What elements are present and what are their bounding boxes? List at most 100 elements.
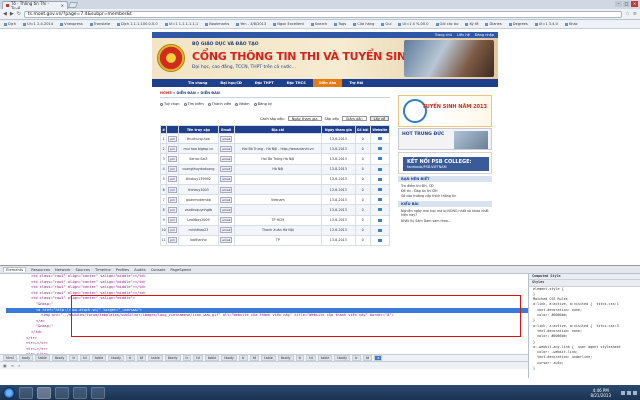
top-link[interactable]: Liên hệ [457, 33, 470, 37]
bookmark-item[interactable]: Search [311, 22, 327, 26]
filter-option[interactable]: Đăng ký [253, 102, 272, 106]
taskbar-app[interactable] [55, 386, 69, 399]
radio-icon[interactable] [253, 102, 257, 106]
go-button[interactable]: Lấy về [369, 116, 390, 121]
devtools-tab[interactable]: Resources [31, 268, 50, 272]
pm-button[interactable]: pm [168, 135, 178, 142]
devtools-tab[interactable]: Profiles [116, 268, 129, 272]
url-input[interactable]: ts.moet.gov.vn/?page=7.4&subpr=member&t [23, 10, 623, 18]
new-tab-button[interactable] [67, 2, 79, 8]
tray-icon[interactable] [633, 390, 637, 395]
tray-icon[interactable] [621, 390, 625, 395]
breadcrumb-rest[interactable]: » DIỄN ĐÀN » DIỄN ĐÀN [172, 91, 220, 95]
email-button[interactable]: email [220, 135, 233, 142]
radio-icon[interactable] [160, 102, 163, 106]
radio-icon[interactable] [235, 102, 239, 106]
email-button[interactable]: email [220, 166, 233, 173]
bookmark-item[interactable]: Ui=1 1.1.1.1.1.1 [165, 22, 199, 26]
website-icon[interactable] [377, 147, 382, 151]
website-icon[interactable] [377, 218, 382, 222]
search-icon[interactable]: ⌕ [18, 363, 20, 368]
sort-select[interactable]: Ngày tham gia [287, 116, 322, 121]
radio-icon[interactable] [207, 102, 211, 106]
sidebar-link[interactable]: Số vào trường cấp thích thông tin [401, 194, 456, 198]
taskbar-app[interactable] [37, 386, 51, 399]
devtools-tab[interactable]: Console [151, 268, 166, 272]
devtools-tab[interactable]: Audits [134, 268, 146, 272]
bookmark-item[interactable]: Ngoc Excellent [273, 22, 304, 26]
filter-option[interactable]: Tìm kiếm [183, 102, 204, 106]
menu-item[interactable]: Trợ Hỏi [343, 79, 369, 87]
pm-button[interactable]: pm [168, 166, 178, 173]
pm-button[interactable]: pm [168, 206, 178, 213]
filter-option[interactable]: Nhóm [235, 102, 250, 106]
devtools-tab[interactable]: Elements [3, 267, 27, 272]
breadcrumb-home[interactable]: HOME [160, 91, 172, 95]
member-username[interactable]: thuchung.hoa [178, 132, 219, 145]
pm-button[interactable]: pm [168, 227, 178, 234]
website-icon[interactable] [377, 157, 382, 161]
bookmark-item[interactable]: Tags [334, 22, 346, 26]
email-button[interactable]: email [220, 217, 233, 224]
tray-icon[interactable] [627, 390, 631, 395]
member-username[interactable]: mui hoa bigtop cn [178, 143, 219, 155]
website-icon[interactable] [377, 137, 382, 141]
email-button[interactable]: email [220, 176, 233, 183]
taskbar-app[interactable] [73, 386, 87, 399]
pm-button[interactable]: pm [168, 217, 178, 224]
menu-item[interactable]: Đại học/CĐ [214, 79, 247, 87]
bookmark-star-icon[interactable]: ☆ [625, 11, 629, 17]
member-username[interactable]: thiokuy139992 [178, 173, 219, 185]
bookmark-item[interactable]: Gói các bo [436, 22, 459, 26]
menu-item[interactable]: Đặc THPT [249, 79, 280, 87]
email-button[interactable]: email [220, 155, 233, 162]
bookmark-item[interactable]: Ui=1 3.4.0 [535, 22, 558, 26]
top-link[interactable]: Đăng nhập [475, 33, 494, 37]
website-icon[interactable] [377, 198, 382, 202]
devtools-tab[interactable]: Timeline [95, 268, 111, 272]
browser-tab[interactable]: Tổ - Thông tin Thi - Tuyể × [2, 1, 68, 11]
bookmark-item[interactable]: Dianes [485, 22, 501, 26]
close-tab-icon[interactable]: × [61, 3, 64, 8]
menu-item[interactable]: Diễn đàn [312, 79, 343, 87]
maximize-icon[interactable]: □ [623, 1, 630, 7]
website-icon[interactable] [377, 167, 382, 171]
member-username[interactable]: vanthuquynhgtb [178, 204, 219, 216]
bookmark-item[interactable]: Khác [565, 22, 578, 26]
bookmark-item[interactable]: Cửa hàng [353, 22, 374, 26]
pm-button[interactable]: pm [168, 237, 178, 244]
member-username[interactable]: loathanho [178, 234, 219, 247]
member-username[interactable]: cuongthuyduduong [178, 163, 219, 175]
devtools-tab[interactable]: PageSpeed [170, 268, 191, 272]
pm-button[interactable]: pm [168, 145, 178, 152]
member-username[interactable]: quanmcdembp [178, 194, 219, 206]
devtools-tab[interactable]: Sources [75, 268, 90, 272]
bookmark-item[interactable]: Ui=1 2.4.2014 [23, 22, 53, 26]
website-icon[interactable] [377, 188, 382, 192]
pm-button[interactable]: pm [168, 155, 178, 162]
bookmark-item[interactable]: Ui=1 4 %.00.0 [398, 22, 428, 26]
sidebar-link[interactable]: Đề thi - Đáp án thi ĐH [401, 189, 437, 193]
bookmark-item[interactable]: Yen - 3/8/2013 [236, 22, 266, 26]
bookmark-item[interactable]: Bookmarks [205, 22, 229, 26]
bookmark-item[interactable]: Translate [90, 22, 110, 26]
filter-option[interactable]: Thành viên [207, 102, 231, 106]
close-window-icon[interactable]: × [631, 1, 638, 7]
website-icon[interactable] [377, 208, 382, 212]
sidebar-link[interactable]: Nhất Vụ Sàm Dam sàm theo... [401, 219, 451, 223]
bookmark-item[interactable]: Ký tê [465, 22, 478, 26]
email-button[interactable]: email [220, 206, 233, 213]
pm-button[interactable]: pm [168, 186, 178, 193]
radio-icon[interactable] [183, 102, 187, 106]
filter-option[interactable]: Tuỳ chọn [160, 102, 180, 106]
hot-ad[interactable]: HOT TRUNG ĐỨC [398, 128, 492, 150]
website-icon[interactable] [377, 177, 382, 181]
website-icon[interactable] [377, 228, 382, 232]
pm-button[interactable]: pm [168, 176, 178, 183]
bookmark-item[interactable]: Degrees [509, 22, 528, 26]
top-link[interactable]: Trang chủ [435, 33, 452, 37]
email-button[interactable]: email [220, 237, 233, 244]
website-icon[interactable] [377, 238, 382, 242]
email-button[interactable]: email [220, 227, 233, 234]
devtools-tab[interactable]: Network [55, 268, 70, 272]
